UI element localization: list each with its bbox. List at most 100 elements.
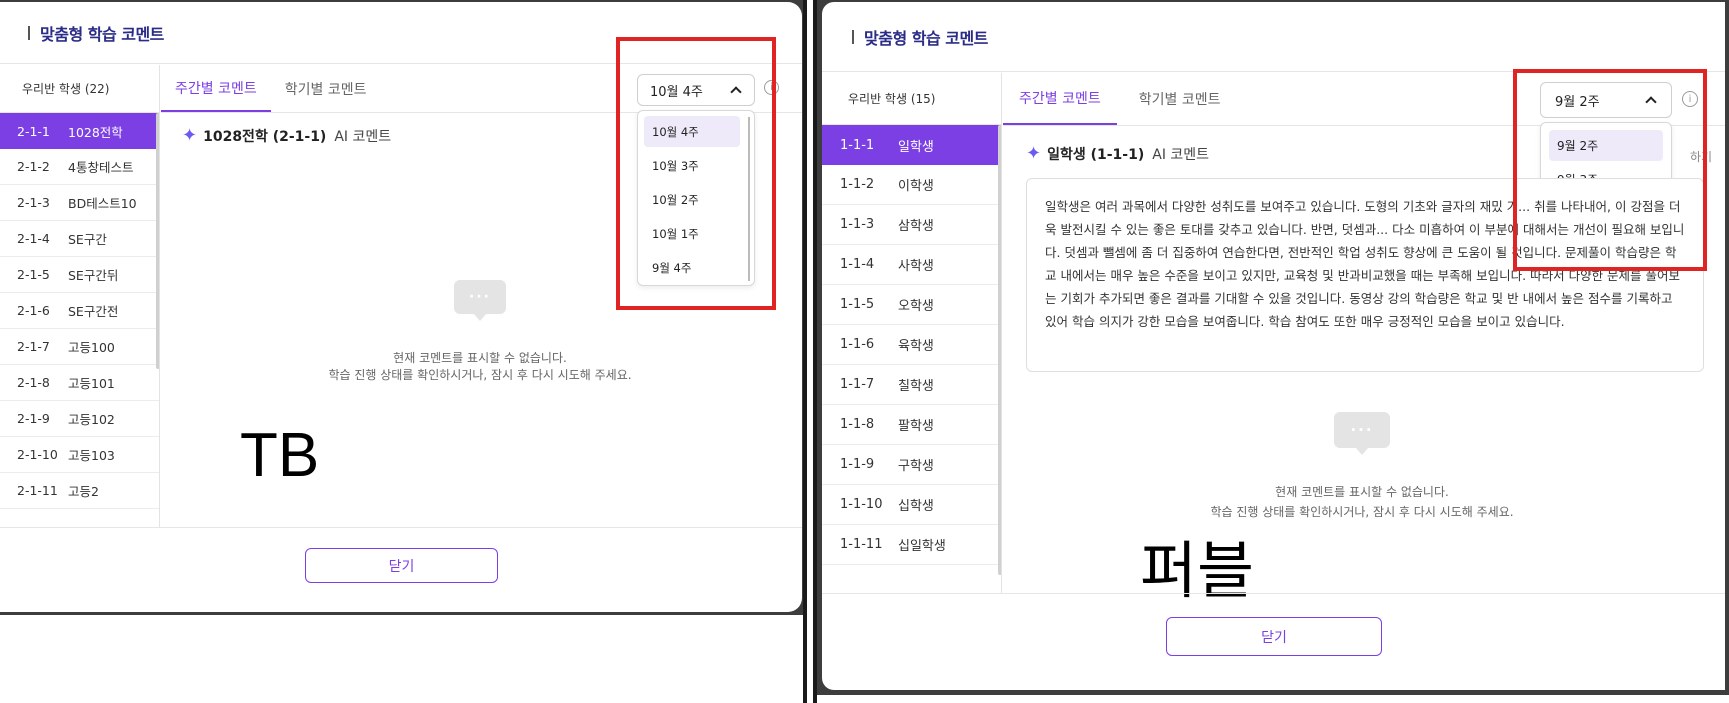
student-row[interactable]: 1-1-10 십학생 — [822, 485, 1001, 525]
week-option[interactable]: 10월 1주 — [644, 218, 740, 249]
student-name: SE구간 — [68, 232, 107, 247]
student-number: 2-1-3 — [17, 195, 50, 210]
empty-hint: 학습 진행 상태를 확인하시거나, 잠시 후 다시 시도해 주세요. — [1210, 505, 1514, 519]
student-row[interactable]: 2-1-11 고등2 — [0, 473, 159, 509]
modal-footer: 닫기 — [0, 527, 802, 612]
student-name: 칠학생 — [898, 379, 934, 394]
comment-modal-publish: 맞춤형 학습 코멘트 우리반 학생 (15) 1-1-1 일학생 1-1-2 이학생 1… — [822, 2, 1725, 690]
dropdown-scrollbar[interactable] — [748, 117, 750, 281]
student-name: 고등101 — [68, 376, 115, 391]
divider — [803, 0, 807, 703]
ai-comment-header: ✦ 일학생 (1-1-1) AI 코멘트 — [1026, 144, 1209, 164]
student-number: 2-1-6 — [17, 303, 50, 318]
student-number: 2-1-4 — [17, 231, 50, 246]
student-name: SE구간뒤 — [68, 268, 119, 283]
student-name: 1028전학 (2-1-1) — [203, 129, 327, 145]
chat-bubble-icon: ··· — [454, 280, 506, 321]
week-select[interactable]: 10월 4주 — [637, 74, 755, 106]
student-row[interactable]: 2-1-9 고등102 — [0, 401, 159, 437]
week-select-value: 9월 2주 — [1555, 94, 1600, 110]
student-row[interactable]: 2-1-10 고등103 — [0, 437, 159, 473]
student-row[interactable]: 1-1-4 사학생 — [822, 245, 1001, 285]
student-row[interactable]: 1-1-9 구학생 — [822, 445, 1001, 485]
student-name: 십일학생 — [898, 539, 946, 554]
chevron-up-icon — [1645, 96, 1657, 108]
student-name: 일학생 (1-1-1) — [1047, 147, 1145, 163]
student-number: 1-1-2 — [840, 177, 875, 192]
student-name: 1028전학 — [68, 124, 123, 140]
student-row[interactable]: 2-1-8 고등101 — [0, 365, 159, 401]
student-number: 1-1-6 — [840, 337, 875, 352]
week-option[interactable]: 10월 4주 — [644, 116, 740, 147]
student-row[interactable]: 2-1-2 4통창테스트 — [0, 149, 159, 185]
student-row[interactable]: 2-1-5 SE구간뒤 — [0, 257, 159, 293]
student-name: 이학생 — [898, 179, 934, 194]
student-name: 고등100 — [68, 340, 115, 355]
chevron-up-icon — [730, 86, 742, 98]
student-number: 2-1-11 — [17, 483, 58, 498]
student-name: 오학생 — [898, 299, 934, 314]
modal-title: 맞춤형 학습 코멘트 — [864, 28, 988, 48]
student-number: 1-1-3 — [840, 217, 875, 232]
week-options: 10월 4주 10월 3주 10월 2주 10월 1주 9월 4주 — [644, 116, 740, 283]
tab-weekly[interactable]: 주간별 코멘트 — [161, 65, 271, 112]
student-name: 삼학생 — [898, 219, 934, 234]
week-option[interactable]: 9월 2주 — [1549, 130, 1663, 161]
student-row[interactable]: 2-1-6 SE구간전 — [0, 293, 159, 329]
student-row[interactable]: 1-1-11 십일학생 — [822, 525, 1001, 565]
title-accent-bar — [852, 29, 854, 44]
student-number: 1-1-4 — [840, 257, 875, 272]
close-button[interactable]: 닫기 — [1166, 617, 1382, 656]
student-sidebar: 우리반 학생 (15) 1-1-1 일학생 1-1-2 이학생 1-1-3 삼학생 1-1-… — [822, 73, 1002, 593]
modal-title-row: 맞춤형 학습 코멘트 — [822, 2, 1725, 72]
empty-message: 현재 코멘트를 표시할 수 없습니다. — [393, 351, 567, 365]
student-name: 팔학생 — [898, 419, 934, 434]
regenerate-link[interactable]: 하기 — [1690, 148, 1712, 165]
week-select-value: 10월 4주 — [650, 84, 703, 100]
student-row[interactable]: 1-1-5 오학생 — [822, 285, 1001, 325]
student-row[interactable]: 1-1-6 육학생 — [822, 325, 1001, 365]
student-name: 육학생 — [898, 339, 934, 354]
comment-modal-tb: 맞춤형 학습 코멘트 우리반 학생 (22) 2-1-1 1028전학 2-1-2 4… — [0, 2, 802, 612]
student-row[interactable]: 2-1-1 1028전학 — [0, 113, 159, 149]
student-number: 2-1-8 — [17, 375, 50, 390]
sidebar-scrollbar[interactable] — [998, 125, 1001, 575]
info-icon[interactable]: i — [764, 80, 779, 95]
student-number: 1-1-9 — [840, 457, 875, 472]
student-number: 1-1-7 — [840, 377, 875, 392]
student-name: 구학생 — [898, 459, 934, 474]
student-row[interactable]: 2-1-4 SE구간 — [0, 221, 159, 257]
student-row[interactable]: 1-1-3 삼학생 — [822, 205, 1001, 245]
sidebar-scrollbar[interactable] — [156, 113, 159, 369]
student-row[interactable]: 2-1-7 고등100 — [0, 329, 159, 365]
empty-message: 현재 코멘트를 표시할 수 없습니다. — [1275, 485, 1449, 499]
student-row[interactable]: 1-1-1 일학생 — [822, 125, 1001, 165]
empty-state: ··· 현재 코멘트를 표시할 수 없습니다. 학습 진행 상태를 확인하시거나… — [1162, 412, 1562, 522]
tab-semester[interactable]: 학기별 코멘트 — [271, 65, 381, 112]
student-row[interactable]: 1-1-2 이학생 — [822, 165, 1001, 205]
chat-bubble-icon: ··· — [1334, 412, 1390, 455]
close-button[interactable]: 닫기 — [305, 548, 498, 583]
student-name: 십학생 — [898, 499, 934, 514]
student-name: 일학생 — [898, 139, 934, 155]
sidebar-header: 우리반 학생 (15) — [822, 73, 1001, 125]
ai-comment-tag: AI 코멘트 — [1152, 147, 1210, 163]
tab-weekly[interactable]: 주간별 코멘트 — [1003, 73, 1117, 125]
modal-title-row: 맞춤형 학습 코멘트 — [0, 2, 802, 64]
info-icon[interactable]: i — [1682, 91, 1698, 107]
student-number: 1-1-1 — [840, 137, 875, 153]
modal-footer: 닫기 — [822, 593, 1725, 690]
student-row[interactable]: 2-1-3 BD테스트10 — [0, 185, 159, 221]
student-name: 고등102 — [68, 412, 115, 427]
empty-hint: 학습 진행 상태를 확인하시거나, 잠시 후 다시 시도해 주세요. — [328, 368, 632, 382]
student-row[interactable]: 1-1-8 팔학생 — [822, 405, 1001, 445]
week-option[interactable]: 9월 4주 — [644, 252, 740, 283]
annotation-label: TB — [240, 421, 320, 490]
week-option[interactable]: 10월 2주 — [644, 184, 740, 215]
student-row[interactable]: 1-1-7 칠학생 — [822, 365, 1001, 405]
week-option[interactable]: 10월 3주 — [644, 150, 740, 181]
tab-semester[interactable]: 학기별 코멘트 — [1117, 73, 1243, 125]
week-select[interactable]: 9월 2주 — [1540, 82, 1672, 118]
student-number: 1-1-8 — [840, 417, 875, 432]
ai-comment-text: 일학생은 여러 과목에서 다양한 성취도를 보여주고 있습니다. 도형의 기초와… — [1026, 178, 1704, 372]
